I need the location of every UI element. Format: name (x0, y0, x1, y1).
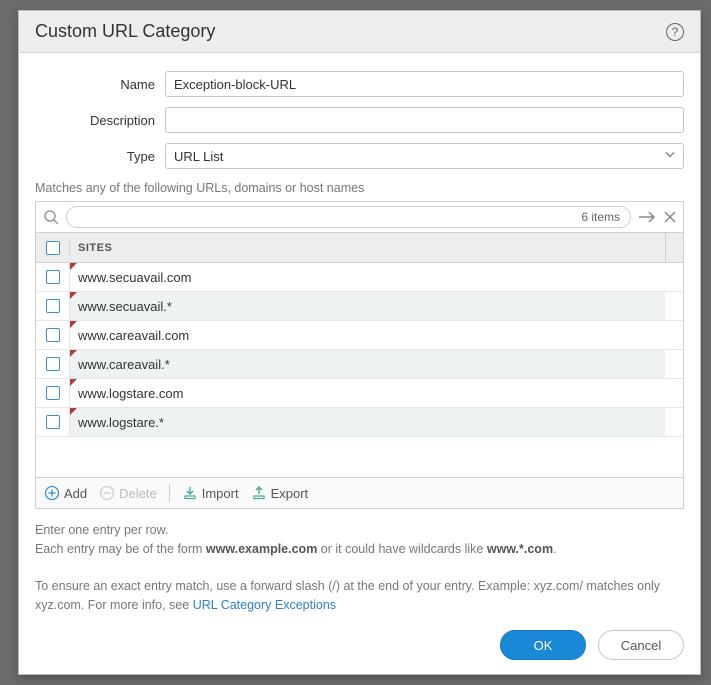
close-icon[interactable] (663, 210, 677, 224)
edited-indicator-icon (70, 292, 77, 299)
custom-url-category-dialog: Custom URL Category ? Name Description T… (18, 10, 701, 675)
help-icon[interactable]: ? (666, 23, 684, 41)
cancel-button[interactable]: Cancel (598, 630, 684, 660)
site-cell[interactable]: www.logstare.com (70, 379, 665, 407)
search-input[interactable]: 6 items (66, 206, 631, 228)
site-cell[interactable]: www.logstare.* (70, 408, 665, 436)
type-value[interactable] (165, 143, 684, 169)
edited-indicator-icon (70, 379, 77, 386)
sites-column-header: SITES (70, 242, 665, 254)
site-value: www.careavail.* (78, 357, 170, 372)
row-checkbox[interactable] (46, 386, 60, 400)
row-checkbox[interactable] (46, 299, 60, 313)
matches-hint: Matches any of the following URLs, domai… (35, 181, 684, 195)
name-input[interactable] (165, 71, 684, 97)
dialog-footer: OK Cancel (19, 616, 700, 674)
row-checkbox[interactable] (46, 270, 60, 284)
site-cell[interactable]: www.secuavail.* (70, 292, 665, 320)
search-icon[interactable] (42, 208, 60, 226)
site-value: www.logstare.* (78, 415, 164, 430)
table-row[interactable]: www.secuavail.* (36, 292, 683, 321)
help-line1: Enter one entry per row. (35, 521, 684, 540)
type-select[interactable] (165, 143, 684, 169)
search-count: 6 items (581, 210, 620, 224)
table-row[interactable]: www.secuavail.com (36, 263, 683, 292)
delete-label: Delete (119, 486, 157, 501)
row-checkbox[interactable] (46, 357, 60, 371)
site-value: www.secuavail.* (78, 299, 172, 314)
site-cell[interactable]: www.careavail.com (70, 321, 665, 349)
description-label: Description (35, 113, 165, 128)
add-label: Add (64, 486, 87, 501)
site-cell[interactable]: www.secuavail.com (70, 263, 665, 291)
table-row[interactable]: www.careavail.* (36, 350, 683, 379)
export-button[interactable]: Export (251, 485, 309, 501)
site-value: www.careavail.com (78, 328, 189, 343)
list-toolbar: Add Delete Import Export (36, 477, 683, 508)
sites-panel: 6 items SITES www.secuavail.comwww.secua… (35, 201, 684, 509)
name-label: Name (35, 77, 165, 92)
table-row[interactable]: www.logstare.com (36, 379, 683, 408)
row-checkbox[interactable] (46, 415, 60, 429)
site-cell[interactable]: www.careavail.* (70, 350, 665, 378)
sites-list: www.secuavail.com www.secuavail.* www.care… (36, 263, 683, 437)
row-checkbox[interactable] (46, 328, 60, 342)
dialog-body: Name Description Type Matches any of the… (19, 53, 700, 616)
import-button[interactable]: Import (182, 485, 239, 501)
import-label: Import (202, 486, 239, 501)
ok-button[interactable]: OK (500, 630, 586, 660)
add-button[interactable]: Add (44, 485, 87, 501)
edited-indicator-icon (70, 408, 77, 415)
table-row[interactable]: www.careavail.com (36, 321, 683, 350)
list-header: SITES (36, 233, 683, 263)
description-input[interactable] (165, 107, 684, 133)
table-row[interactable]: www.logstare.* (36, 408, 683, 437)
select-all-checkbox[interactable] (46, 241, 60, 255)
delete-button[interactable]: Delete (99, 485, 157, 501)
toolbar-separator (169, 484, 170, 502)
type-label: Type (35, 149, 165, 164)
search-bar: 6 items (36, 202, 683, 233)
url-category-exceptions-link[interactable]: URL Category Exceptions (193, 598, 336, 612)
edited-indicator-icon (70, 350, 77, 357)
dialog-header: Custom URL Category ? (19, 11, 700, 53)
site-value: www.logstare.com (78, 386, 183, 401)
export-label: Export (271, 486, 309, 501)
site-value: www.secuavail.com (78, 270, 191, 285)
edited-indicator-icon (70, 263, 77, 270)
arrow-right-icon[interactable] (637, 209, 657, 225)
dialog-title: Custom URL Category (35, 21, 215, 42)
edited-indicator-icon (70, 321, 77, 328)
footer-help: Enter one entry per row. Each entry may … (35, 521, 684, 615)
